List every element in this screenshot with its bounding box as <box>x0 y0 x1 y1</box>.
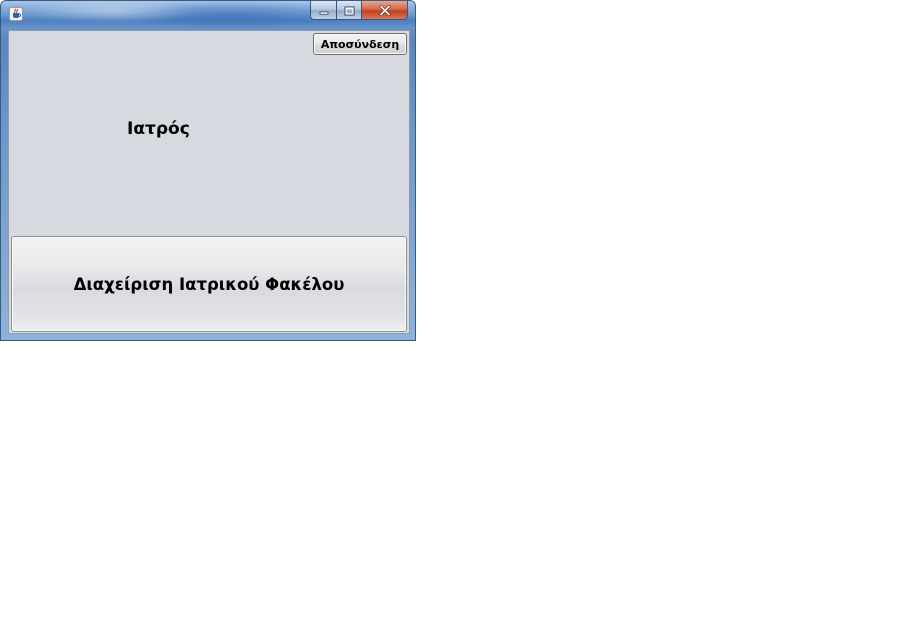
title-bar[interactable] <box>1 1 415 29</box>
maximize-icon <box>344 1 355 20</box>
close-button[interactable] <box>362 1 408 20</box>
close-icon <box>379 1 391 20</box>
minimize-icon <box>319 1 329 20</box>
minimize-button[interactable] <box>310 1 336 20</box>
app-window: Αποσύνδεση Ιατρός Διαχείριση Ιατρικού Φα… <box>0 0 416 341</box>
manage-medical-record-button[interactable]: Διαχείριση Ιατρικού Φακέλου <box>11 236 407 332</box>
content-panel: Αποσύνδεση Ιατρός Διαχείριση Ιατρικού Φα… <box>8 30 410 334</box>
logout-button[interactable]: Αποσύνδεση <box>313 33 407 55</box>
java-cup-icon[interactable] <box>9 7 23 21</box>
maximize-button[interactable] <box>336 1 362 20</box>
window-controls <box>310 1 408 20</box>
role-label: Ιατρός <box>127 119 190 139</box>
